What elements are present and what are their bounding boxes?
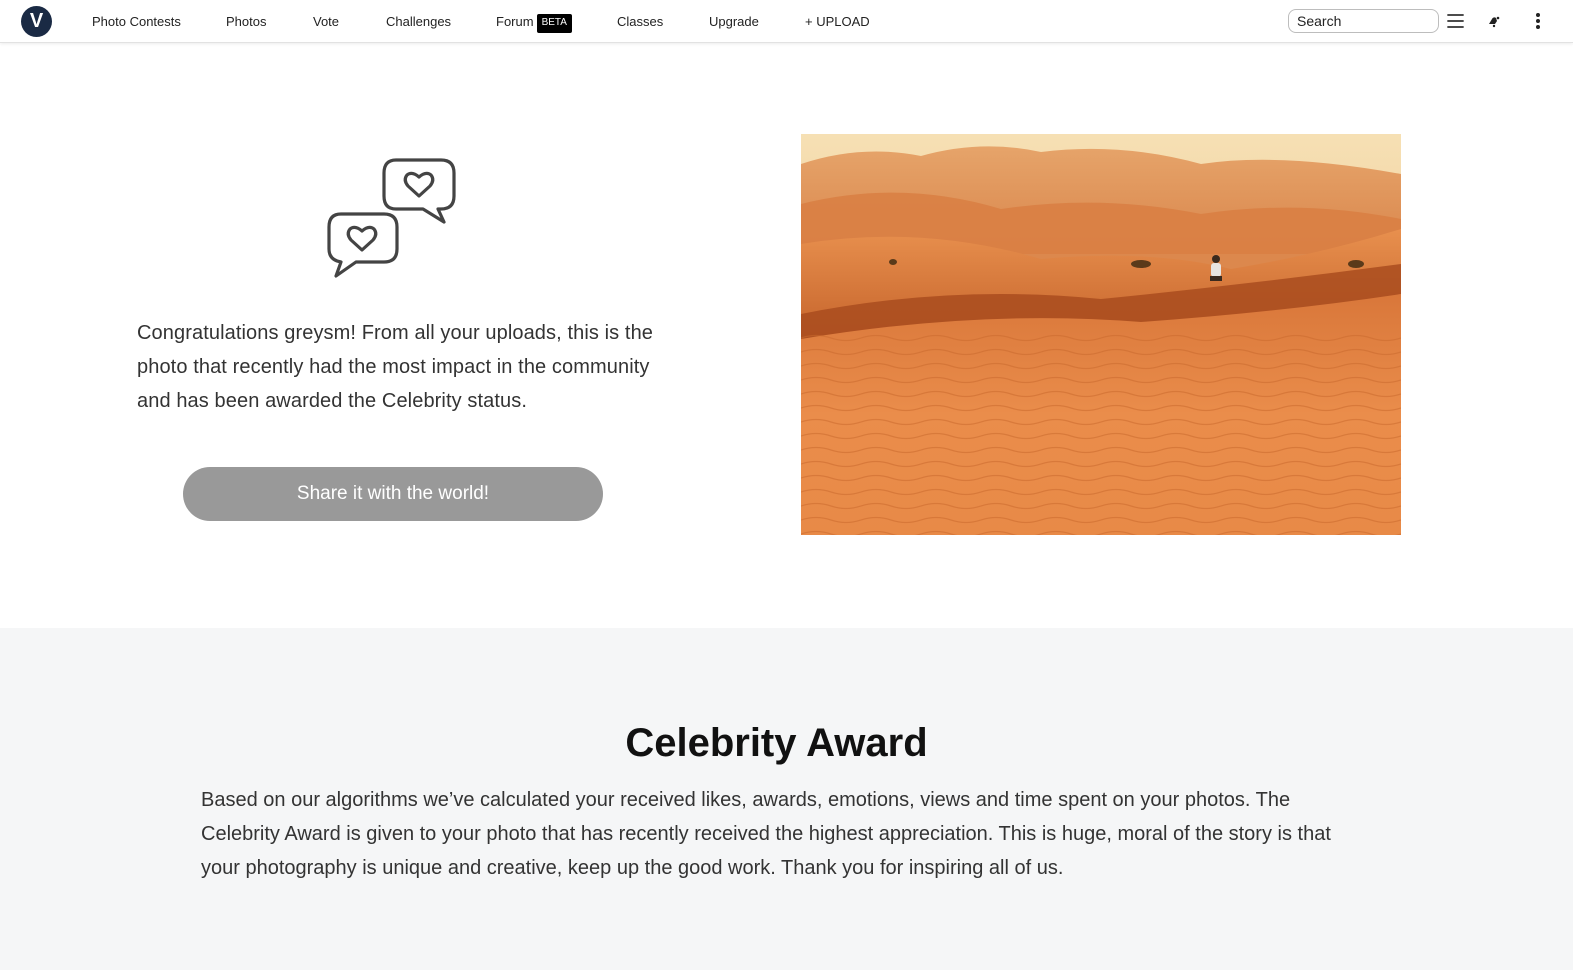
congratulations-message: Congratulations greysm! From all your up…	[137, 322, 654, 412]
site-logo[interactable]: V	[21, 6, 52, 37]
logo-letter: V	[29, 10, 44, 32]
notification-icon[interactable]	[1484, 10, 1506, 32]
nav-forum-label: Forum	[496, 14, 534, 29]
award-description: Based on our algorithms we’ve calculated…	[201, 789, 1331, 879]
more-vertical-icon[interactable]	[1527, 10, 1549, 32]
nav-challenges[interactable]: Challenges	[386, 0, 451, 43]
nav-photo-contests[interactable]: Photo Contests	[92, 0, 181, 43]
share-button[interactable]: Share it with the world!	[183, 467, 603, 521]
award-title: Celebrity Award	[625, 721, 928, 765]
menu-icon[interactable]	[1445, 10, 1467, 32]
heart-speech-bubbles-icon	[326, 156, 458, 280]
nav-forum[interactable]: Forum BETA	[496, 0, 572, 43]
nav-classes[interactable]: Classes	[617, 0, 663, 43]
beta-badge: BETA	[536, 14, 572, 33]
nav-upload[interactable]: + UPLOAD	[805, 0, 870, 43]
nav-vote[interactable]: Vote	[313, 0, 339, 43]
celebrity-award-section: Celebrity Award Based on our algorithms …	[0, 628, 1573, 970]
top-navigation-bar: V Photo Contests Photos Vote Challenges …	[0, 0, 1573, 43]
nav-photos[interactable]: Photos	[226, 0, 266, 43]
nav-upgrade[interactable]: Upgrade	[709, 0, 759, 43]
celebrity-photo[interactable]	[801, 134, 1401, 535]
search-input[interactable]	[1288, 9, 1439, 33]
